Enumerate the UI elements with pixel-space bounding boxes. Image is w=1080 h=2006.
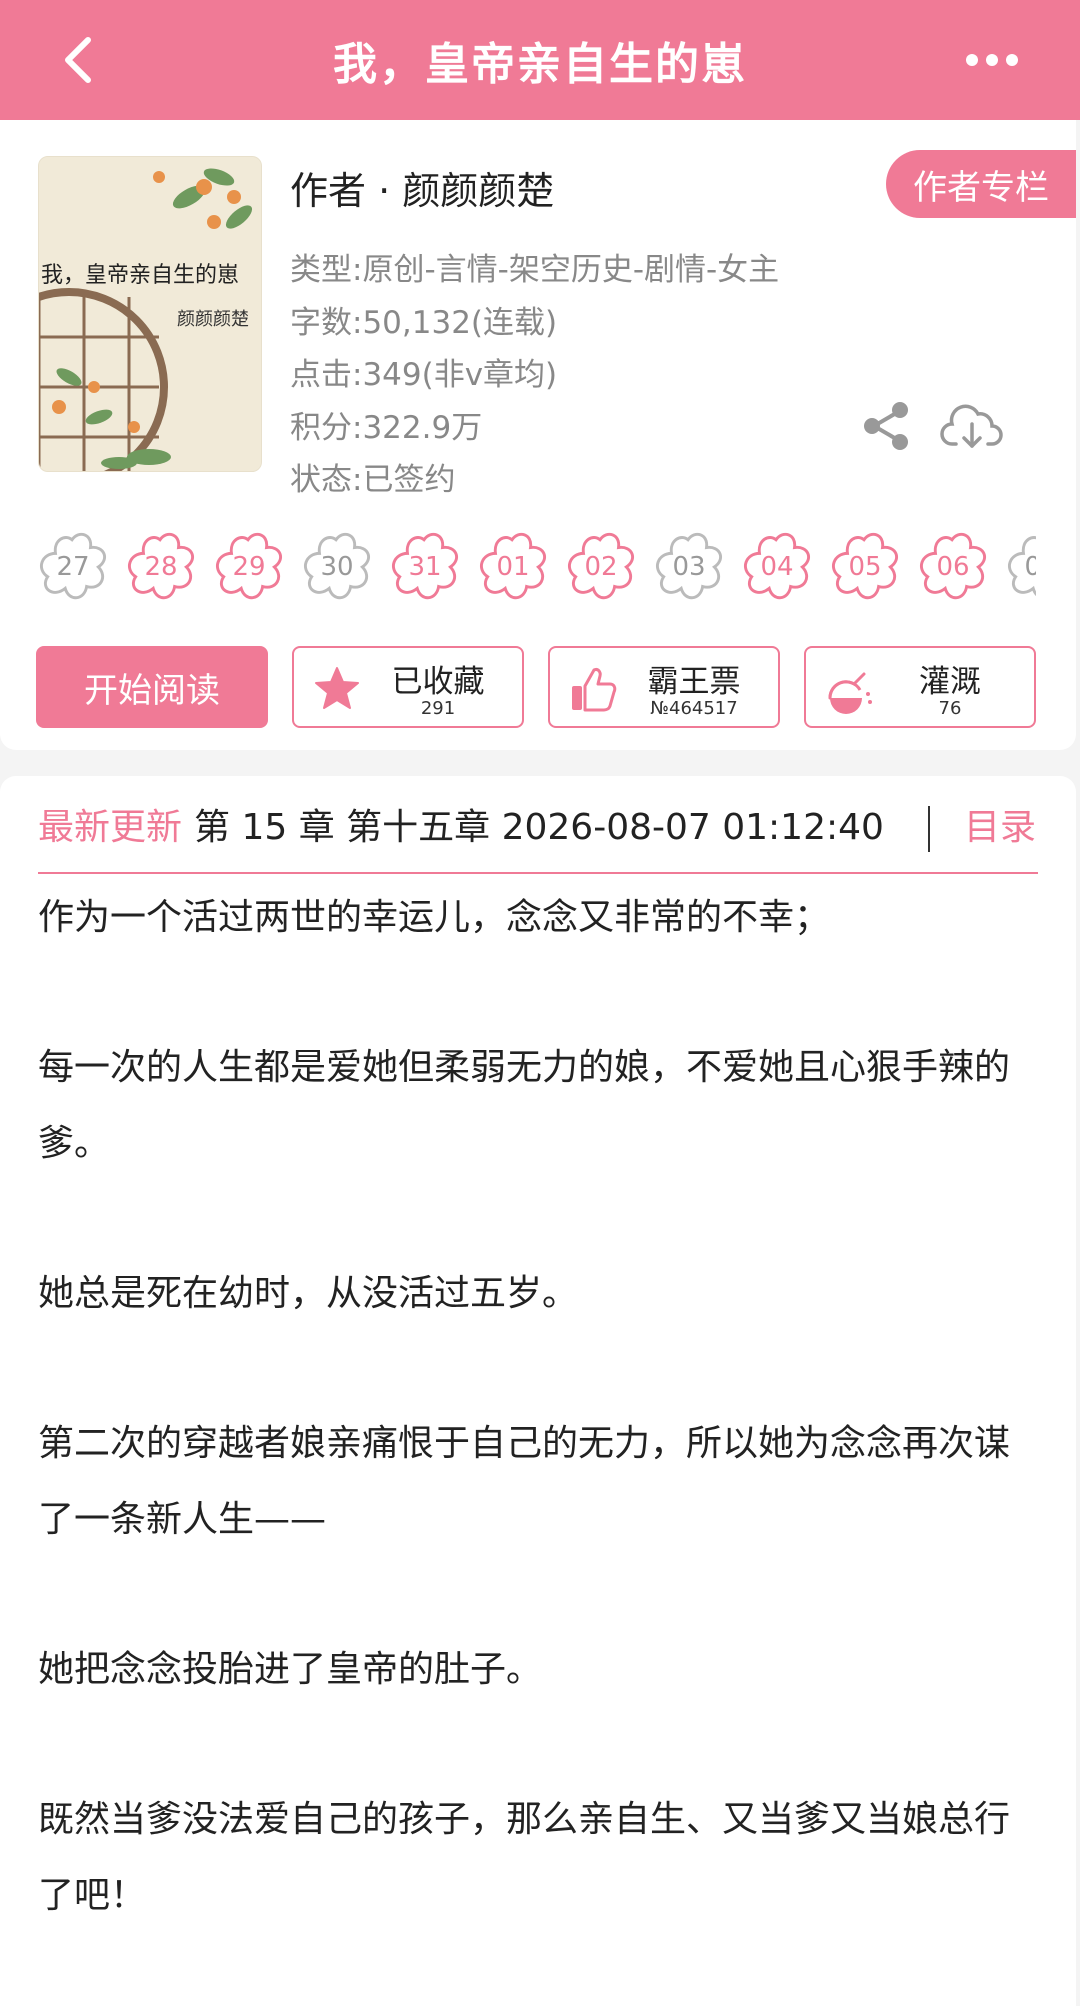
meta-status: 状态:已签约: [290, 462, 456, 498]
date-flower[interactable]: 27: [36, 530, 110, 604]
date-flower[interactable]: 29: [212, 530, 286, 604]
date-flower[interactable]: 04: [740, 530, 814, 604]
synopsis-paragraph: 她总是死在幼时，从没活过五岁。: [38, 1273, 579, 1314]
synopsis-paragraph: 每一次的人生都是爱她但柔弱无力的娘，不爱她且心狠手辣的爹。: [38, 1047, 1011, 1164]
top-bar: 我，皇帝亲自生的崽: [0, 0, 1080, 120]
flower-label: 30: [320, 552, 354, 582]
synopsis-paragraph: 她把念念投胎进了皇帝的肚子。: [38, 1649, 543, 1690]
date-flower[interactable]: 02: [564, 530, 638, 604]
flower-label: 05: [848, 552, 882, 582]
water-button[interactable]: 灌溉 76: [804, 646, 1036, 728]
synopsis: 作为一个活过两世的幸运儿，念念又非常的不幸； 每一次的人生都是爱她但柔弱无力的娘…: [38, 880, 1038, 2006]
water-label: 灌溉: [919, 664, 981, 700]
book-cover[interactable]: 我，皇帝亲自生的崽 颜颜颜楚: [38, 156, 262, 472]
synopsis-paragraph: 第二次的穿越者娘亲痛恨于自己的无力，所以她为念念再次谋了一条新人生——: [38, 1423, 1011, 1540]
divider: [928, 806, 930, 852]
meta-clicks: 点击:349(非v章均): [290, 357, 558, 393]
date-flower[interactable]: 01: [476, 530, 550, 604]
more-dots-icon: [966, 54, 1018, 66]
action-bar: 开始阅读 已收藏 291 霸王票 №464517 灌溉 76: [36, 646, 1040, 728]
collect-label: 已收藏: [391, 664, 485, 700]
cloud-download-icon: [940, 404, 1003, 448]
content-card: 最新更新 第 15 章 第十五章 2026-08-07 01:12:40 目录 …: [0, 776, 1076, 2006]
date-flower[interactable]: 31: [388, 530, 462, 604]
flower-label: 31: [408, 552, 442, 582]
date-flower[interactable]: 30: [300, 530, 374, 604]
share-icon: [864, 402, 908, 450]
flower-label: 03: [672, 552, 706, 582]
update-calendar: 27 28 29 30 31 01 02 03 04 05 06 07: [36, 530, 1036, 620]
more-button[interactable]: [952, 30, 1032, 90]
chevron-left-icon: [65, 37, 91, 83]
book-info-card: 我，皇帝亲自生的崽 颜颜颜楚 作者 · 颜颜颜楚 作者专栏 类型:原创-言情-架…: [0, 120, 1076, 750]
cover-title: 我，皇帝亲自生的崽: [41, 263, 240, 288]
flower-label: 07: [1024, 552, 1036, 582]
start-reading-button[interactable]: 开始阅读: [36, 646, 268, 728]
flower-label: 27: [56, 552, 90, 582]
page-title: 我，皇帝亲自生的崽: [333, 39, 747, 90]
flower-label: 28: [144, 552, 178, 582]
meta-genre: 类型:原创-言情-架空历史-剧情-女主: [290, 252, 780, 288]
book-meta: 类型:原创-言情-架空历史-剧情-女主 字数:50,132(连载) 点击:349…: [290, 244, 779, 507]
toc-link[interactable]: 目录: [964, 798, 1036, 858]
date-flower[interactable]: 07: [1004, 530, 1036, 604]
cover-author: 颜颜颜楚: [177, 309, 249, 330]
flower-label: 01: [496, 552, 530, 582]
meta-word-count: 字数:50,132(连载): [290, 304, 558, 341]
ticket-label: 霸王票: [647, 664, 741, 700]
latest-update-label: 最新更新: [38, 807, 183, 848]
meta-score: 积分:322.9万: [290, 409, 483, 446]
author-column-button[interactable]: 作者专栏: [886, 150, 1076, 218]
flower-label: 02: [584, 552, 618, 582]
flower-label: 06: [936, 552, 970, 582]
date-flower[interactable]: 05: [828, 530, 902, 604]
latest-update-text[interactable]: 第 15 章 第十五章 2026-08-07 01:12:40: [194, 798, 884, 858]
ticket-count: №464517: [650, 698, 738, 719]
collect-button[interactable]: 已收藏 291: [292, 646, 524, 728]
download-button[interactable]: [940, 398, 1004, 454]
ticket-button[interactable]: 霸王票 №464517: [548, 646, 780, 728]
water-count: 76: [938, 698, 962, 719]
synopsis-paragraph: 既然当爹没法爱自己的孩子，那么亲自生、又当爹又当娘总行了吧！: [38, 1799, 1011, 1916]
flower-label: 04: [760, 552, 794, 582]
synopsis-paragraph: 作为一个活过两世的幸运儿，念念又非常的不幸；: [38, 897, 831, 938]
collect-count: 291: [420, 698, 456, 719]
latest-update-row[interactable]: 最新更新 第 15 章 第十五章 2026-08-07 01:12:40 目录: [38, 798, 1038, 874]
date-flower[interactable]: 28: [124, 530, 198, 604]
flower-label: 29: [232, 552, 266, 582]
share-button[interactable]: [860, 400, 912, 452]
back-button[interactable]: [48, 30, 108, 90]
date-flower[interactable]: 06: [916, 530, 990, 604]
date-flower[interactable]: 03: [652, 530, 726, 604]
author-name[interactable]: 作者 · 颜颜颜楚: [290, 160, 554, 215]
